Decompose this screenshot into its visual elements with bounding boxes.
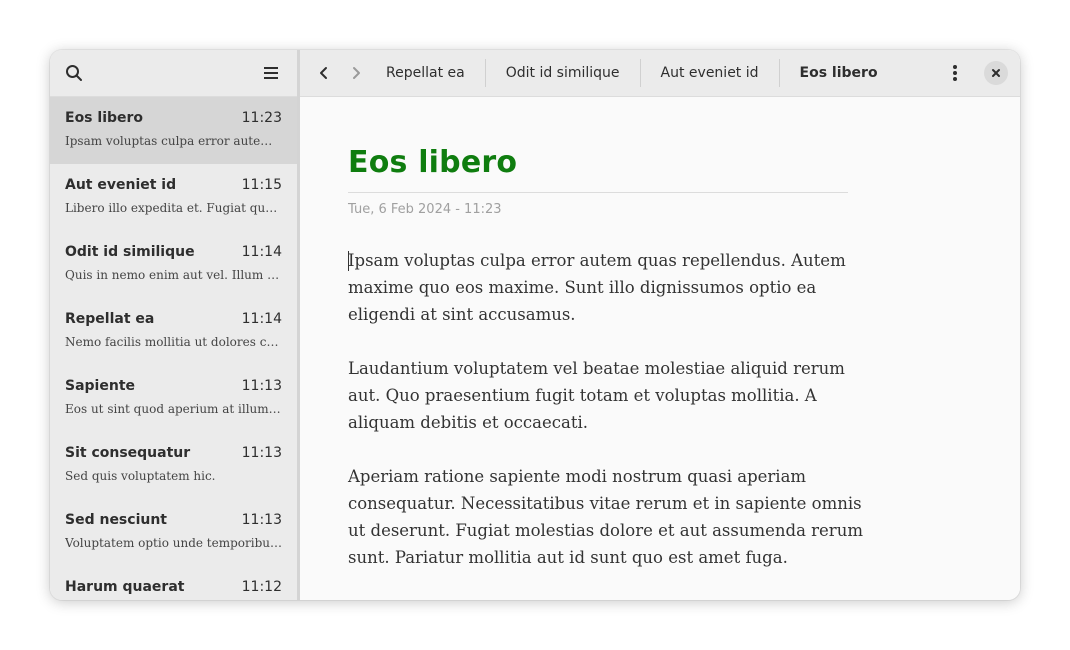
- close-icon[interactable]: [984, 61, 1008, 85]
- topbar: Repellat ea Odit id similique Aut eveniet …: [300, 50, 1020, 97]
- note-row: Aut eveniet id 11:15: [65, 177, 282, 193]
- note-list-item[interactable]: Sed nesciunt 11:13 Voluptatem optio unde t…: [50, 499, 297, 566]
- note-row: Sit consequatur 11:13: [65, 445, 282, 461]
- note-list-time: 11:23: [241, 110, 282, 126]
- note-list-title: Sapiente: [65, 378, 135, 394]
- tab-eos-libero[interactable]: Eos libero: [778, 59, 898, 87]
- note-row: Repellat ea 11:14: [65, 311, 282, 327]
- note-list-preview: Libero illo expedita et. Fugiat quos.: [65, 201, 282, 215]
- note-list-time: 11:13: [241, 445, 282, 461]
- note-paragraph: Ipsam voluptas culpa error autem quas re…: [348, 251, 846, 324]
- note-list-title: Odit id similique: [65, 244, 195, 260]
- note-paragraph: Laudantium voluptatem vel beatae molesti…: [348, 359, 845, 432]
- note-list-preview: Ipsam voluptas culpa error autem quas re…: [65, 134, 282, 148]
- back-icon[interactable]: [312, 61, 336, 85]
- note-list: Eos libero 11:23 Ipsam voluptas culpa erro…: [50, 97, 297, 600]
- note-paragraph: Aperiam ratione sapiente modi nostrum qu…: [348, 467, 863, 567]
- note-list-title: Repellat ea: [65, 311, 155, 327]
- text-caret: [348, 251, 349, 271]
- hamburger-icon[interactable]: [261, 63, 281, 83]
- note-list-title: Aut eveniet id: [65, 177, 177, 193]
- note-list-time: 11:14: [241, 244, 282, 260]
- note-list-title: Eos libero: [65, 110, 144, 126]
- more-options-icon[interactable]: [943, 61, 967, 85]
- note-list-time: 11:13: [241, 512, 282, 528]
- note-row: Harum quaerat 11:12: [65, 579, 282, 595]
- note-list-preview: Sed quis voluptatem hic.: [65, 469, 216, 483]
- tab-aut-eveniet-id[interactable]: Aut eveniet id: [639, 59, 779, 87]
- forward-icon[interactable]: [344, 61, 368, 85]
- note-editor[interactable]: Eos libero Tue, 6 Feb 2024 - 11:23 Ipsam…: [300, 97, 870, 598]
- notes-window: Eos libero 11:23 Ipsam voluptas culpa erro…: [50, 50, 1020, 600]
- note-list-time: 11:13: [241, 378, 282, 394]
- note-title[interactable]: Eos libero: [348, 145, 870, 180]
- note-body[interactable]: Ipsam voluptas culpa error autem quas re…: [348, 247, 868, 571]
- note-list-time: 11:15: [241, 177, 282, 193]
- note-row: Odit id similique 11:14: [65, 244, 282, 260]
- note-list-item[interactable]: Harum quaerat 11:12: [50, 566, 297, 600]
- tab-odit-id-similique[interactable]: Odit id similique: [484, 59, 640, 87]
- note-list-item[interactable]: Eos libero 11:23 Ipsam voluptas culpa erro…: [50, 97, 297, 164]
- note-list-time: 11:14: [241, 311, 282, 327]
- note-list-time: 11:12: [241, 579, 282, 595]
- tab-repellat-ea[interactable]: Repellat ea: [384, 59, 485, 87]
- sidebar: Eos libero 11:23 Ipsam voluptas culpa erro…: [50, 50, 300, 600]
- note-list-title: Sed nesciunt: [65, 512, 167, 528]
- note-list-item[interactable]: Aut eveniet id 11:15 Libero illo expedita …: [50, 164, 297, 231]
- note-row: Eos libero 11:23: [65, 110, 282, 126]
- note-list-item[interactable]: Odit id similique 11:14 Quis in nemo enim …: [50, 231, 297, 298]
- note-list-item[interactable]: Sapiente 11:13 Eos ut sint quod aperium at…: [50, 365, 297, 432]
- tab-bar: Repellat ea Odit id similique Aut eveniet …: [384, 50, 943, 96]
- note-list-preview: Eos ut sint quod aperium at illum est.: [65, 402, 282, 416]
- note-list-preview: Nemo facilis mollitia ut dolores commodi…: [65, 335, 282, 349]
- main-pane: Repellat ea Odit id similique Aut eveniet …: [300, 50, 1020, 600]
- note-list-preview: Voluptatem optio unde temporibus eum.: [65, 536, 282, 550]
- note-date: Tue, 6 Feb 2024 - 11:23: [348, 202, 502, 217]
- note-list-item[interactable]: Sit consequatur 11:13 Sed quis voluptatem …: [50, 432, 297, 499]
- note-row: Sapiente 11:13: [65, 378, 282, 394]
- note-list-title: Sit consequatur: [65, 445, 191, 461]
- title-divider: [348, 192, 848, 193]
- sidebar-header: [50, 50, 297, 97]
- note-list-preview: Quis in nemo enim aut vel. Illum est.: [65, 268, 282, 282]
- search-icon[interactable]: [64, 63, 84, 83]
- note-list-item[interactable]: Repellat ea 11:14 Nemo facilis mollitia ut…: [50, 298, 297, 365]
- note-list-title: Harum quaerat: [65, 579, 185, 595]
- note-row: Sed nesciunt 11:13: [65, 512, 282, 528]
